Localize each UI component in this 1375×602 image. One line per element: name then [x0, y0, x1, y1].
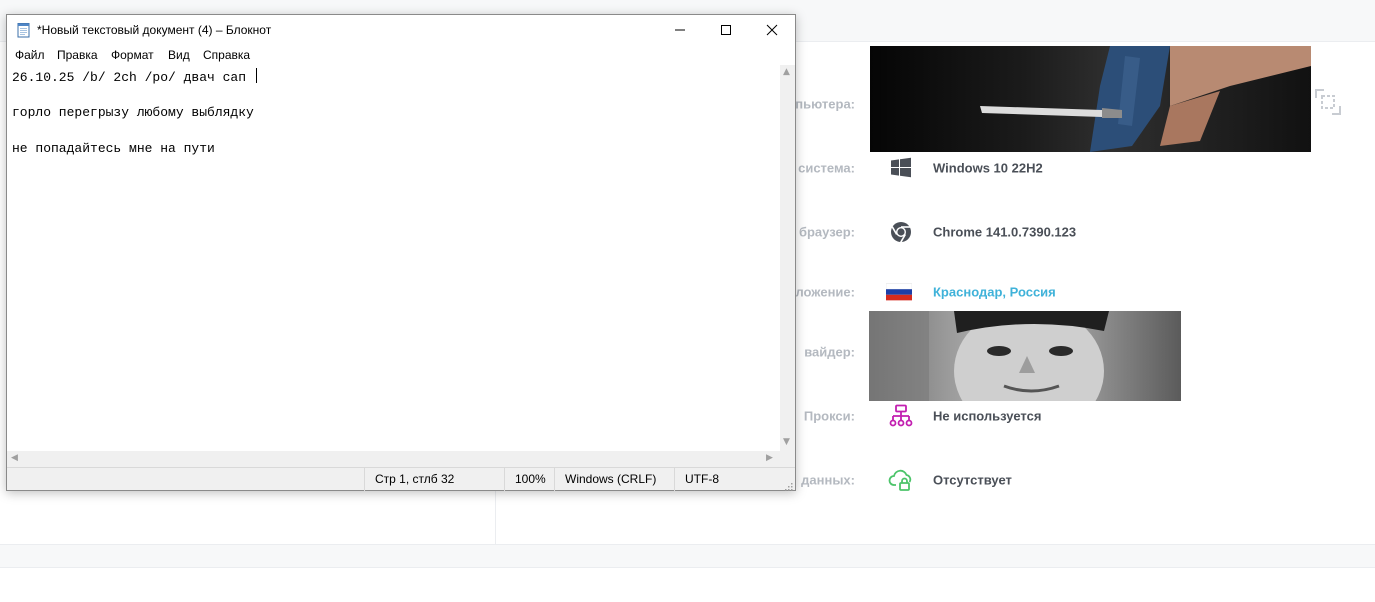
window-title: *Новый текстовый документ (4) – Блокнот [37, 23, 272, 37]
text-line: не попадайтесь мне на пути [12, 141, 215, 156]
status-cursor-position: Стр 1, стлб 32 [364, 468, 504, 491]
notepad-titlebar[interactable]: *Новый текстовый документ (4) – Блокнот [7, 15, 795, 46]
maximize-button[interactable] [703, 15, 749, 45]
menu-format[interactable]: Формат [111, 48, 154, 62]
russia-flag-icon [886, 279, 912, 305]
page-footer-band [0, 544, 1375, 568]
text-line: 26.10.25 /b/ 2ch /po/ двач сап [12, 68, 775, 86]
notepad-app-icon [16, 22, 32, 38]
vertical-scrollbar[interactable]: ▲ ▼ [780, 65, 795, 451]
cloud-lock-icon [888, 467, 914, 493]
windows-icon [888, 155, 914, 181]
info-label-proxy: Прокси: [803, 408, 855, 424]
info-label-computer: пьютера: [795, 96, 855, 112]
scroll-down-icon[interactable]: ▼ [783, 437, 790, 447]
info-value-os: Windows 10 22H2 [933, 160, 1043, 176]
status-bar: Стр 1, стлб 32 100% Windows (CRLF) UTF-8 [7, 467, 795, 491]
knife-photo [870, 46, 1311, 152]
status-encoding: UTF-8 [674, 468, 795, 491]
status-zoom: 100% [504, 468, 554, 491]
info-label-data: данных: [801, 472, 855, 488]
info-label-os: система: [798, 160, 855, 176]
status-line-ending: Windows (CRLF) [554, 468, 674, 491]
close-button[interactable] [749, 15, 795, 45]
info-value-data: Отсутствует [933, 472, 1012, 488]
text-caret [255, 68, 257, 83]
text-line: горло перегрызу любому выблядку [12, 105, 254, 120]
scroll-left-icon[interactable]: ◀ [11, 453, 18, 463]
text-line [12, 122, 775, 140]
info-label-location: ложение: [795, 284, 855, 300]
info-label-browser: браузер: [798, 224, 855, 240]
menu-view[interactable]: Вид [168, 48, 190, 62]
scroll-right-icon[interactable]: ▶ [766, 453, 773, 463]
info-value-browser: Chrome 141.0.7390.123 [933, 224, 1077, 240]
network-icon [888, 403, 914, 429]
portrait-photo [869, 311, 1181, 401]
scrollbar-corner [780, 451, 795, 467]
info-label-provider: вайдер: [804, 344, 855, 360]
expand-icon[interactable] [1314, 88, 1342, 116]
info-value-location-link[interactable]: Краснодар, Россия [933, 285, 1056, 300]
menu-help[interactable]: Справка [203, 48, 250, 62]
menu-file[interactable]: Файл [15, 48, 45, 62]
scroll-up-icon[interactable]: ▲ [783, 67, 790, 77]
menu-bar: Файл Правка Формат Вид Справка [7, 46, 795, 65]
text-editor-area[interactable]: 26.10.25 /b/ 2ch /po/ двач сап горло пер… [7, 65, 780, 451]
info-value-proxy: Не используется [933, 408, 1042, 424]
minimize-button[interactable] [657, 15, 703, 45]
text-line [12, 86, 775, 104]
horizontal-scrollbar[interactable]: ◀ ▶ [7, 451, 780, 467]
chrome-icon [888, 219, 914, 245]
resize-grip-icon[interactable] [783, 478, 793, 491]
menu-edit[interactable]: Правка [57, 48, 98, 62]
notepad-window[interactable]: *Новый текстовый документ (4) – Блокнот … [6, 14, 796, 491]
